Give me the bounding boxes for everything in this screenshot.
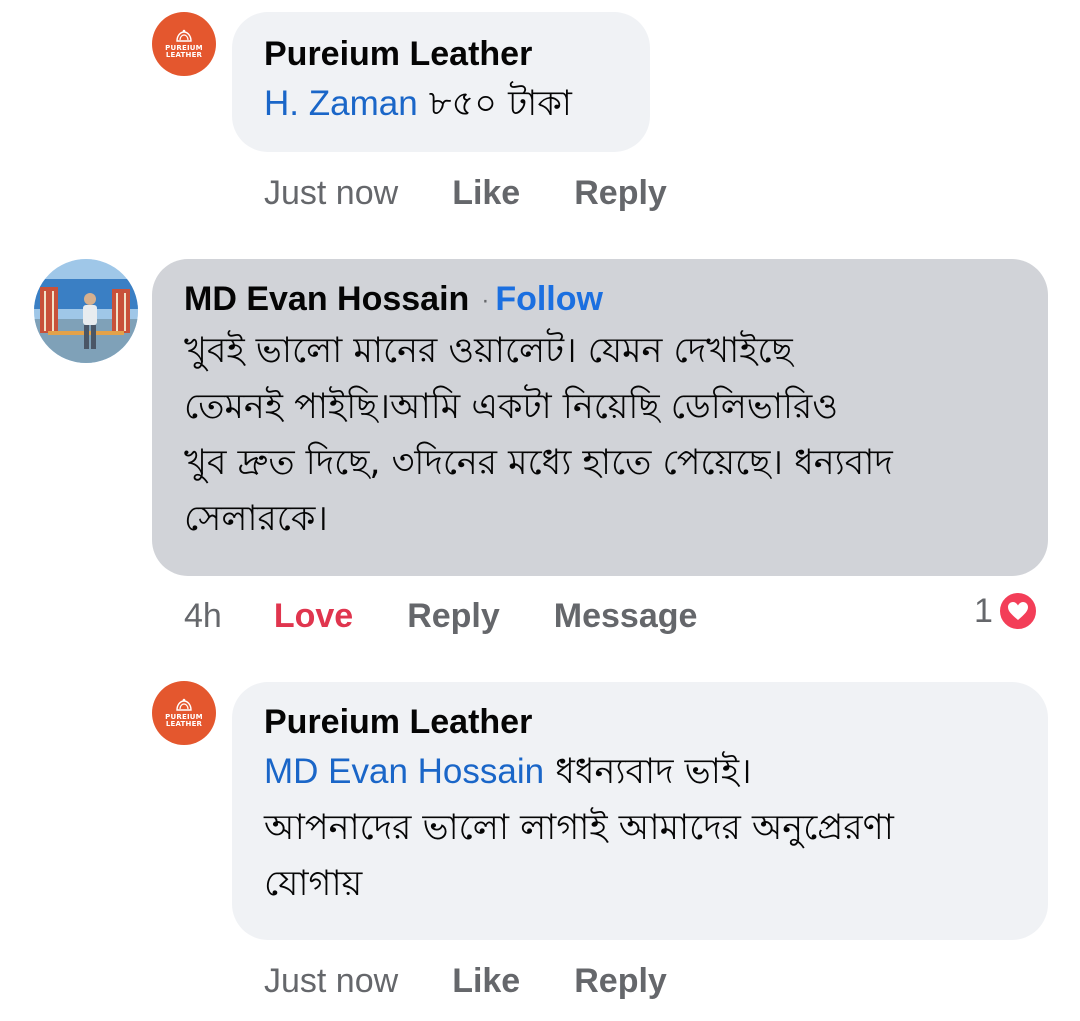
comment-text: খুবই ভালো মানের ওয়ালেট। যেমন দেখাইছে তে… xyxy=(184,331,893,540)
comment-text: আপনাদের ভালো লাগাই আমাদের অনুপ্রেরণা xyxy=(264,808,894,848)
reply-button[interactable]: Reply xyxy=(574,174,667,213)
leather-logo-icon xyxy=(176,698,192,711)
timestamp[interactable]: Just now xyxy=(264,962,398,1001)
comment-bubble[interactable]: Pureium Leather MD Evan Hossain ধধন্যবাদ… xyxy=(232,682,1048,940)
comment-bubble[interactable]: MD Evan Hossain · Follow খুবই ভালো মানের ও… xyxy=(152,259,1048,576)
separator-dot: · xyxy=(481,287,490,315)
like-button[interactable]: Like xyxy=(452,174,520,213)
comment-author[interactable]: Pureium Leather xyxy=(264,703,532,741)
page-avatar[interactable]: PUREIUM LEATHER xyxy=(152,12,216,76)
heart-icon xyxy=(996,590,1039,632)
timestamp[interactable]: Just now xyxy=(264,174,398,213)
comment-text: ধধন্যবাদ ভাই। xyxy=(555,752,752,792)
user-avatar[interactable] xyxy=(34,259,138,363)
follow-button[interactable]: Follow xyxy=(495,280,603,318)
page-avatar[interactable]: PUREIUM LEATHER xyxy=(152,681,216,745)
mention-link[interactable]: MD Evan Hossain xyxy=(264,752,544,791)
comment-author[interactable]: MD Evan Hossain xyxy=(184,280,469,318)
comment-author[interactable]: Pureium Leather xyxy=(264,35,532,73)
timestamp[interactable]: 4h xyxy=(184,597,222,636)
profile-photo-icon xyxy=(34,259,138,363)
reaction-summary[interactable]: 1 xyxy=(974,590,1039,632)
comment-actions: Just now Like Reply xyxy=(264,960,667,1002)
comment-actions: Just now Like Reply xyxy=(264,172,667,214)
like-button[interactable]: Like xyxy=(452,962,520,1001)
love-button[interactable]: Love xyxy=(274,597,353,636)
comment-text: ৮৫০ টাকা xyxy=(428,84,572,124)
comment-text: যোগায় xyxy=(264,864,363,904)
comment-actions: 4h Love Reply Message xyxy=(184,595,697,637)
reaction-count: 1 xyxy=(974,591,993,630)
comment-bubble[interactable]: Pureium Leather H. Zaman ৮৫০ টাকা xyxy=(232,12,650,152)
logo-text: PUREIUM LEATHER xyxy=(165,44,203,59)
leather-logo-icon xyxy=(176,29,192,42)
mention-link[interactable]: H. Zaman xyxy=(264,84,418,123)
message-button[interactable]: Message xyxy=(554,597,698,636)
logo-text: PUREIUM LEATHER xyxy=(165,713,203,728)
reply-button[interactable]: Reply xyxy=(574,962,667,1001)
reply-button[interactable]: Reply xyxy=(407,597,500,636)
